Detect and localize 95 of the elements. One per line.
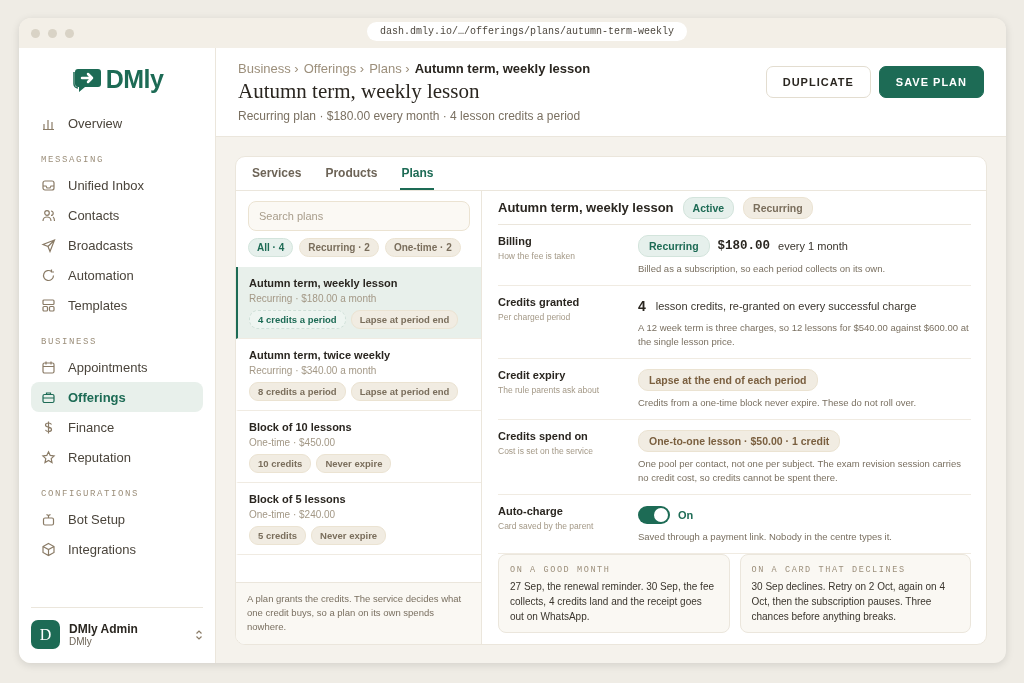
scenario-title: ON A CARD THAT DECLINES (751, 565, 907, 575)
sidebar-item[interactable]: Automation (31, 260, 203, 290)
plan-tag: Never expire (311, 526, 387, 545)
plan-list-item[interactable]: Block of 5 lessons One-time · $240.00 5 credits Never expire (236, 483, 481, 555)
calendar-icon (41, 359, 56, 375)
sidebar-item[interactable]: Bot Setup (31, 504, 203, 534)
bot-icon (41, 511, 56, 527)
filter-chip[interactable]: All · 4 (248, 238, 294, 257)
organization-name: DMly (69, 636, 93, 647)
tab[interactable]: Products (324, 157, 379, 190)
sidebar-item[interactable]: Offerings (31, 382, 203, 412)
row-note: One pool per contact, not one per subject. The exam revision session carries no credit cost, so credits cannot be spent there. (638, 457, 962, 485)
credits-description: lesson credits, re-granted on every successful charge (655, 300, 917, 312)
scenario-title: ON A GOOD MONTH (510, 565, 612, 575)
field-label: Credits spend on (498, 430, 589, 442)
filter-chip[interactable]: Recurring · 2 (299, 238, 379, 257)
plan-tag: 8 credits a period (249, 382, 346, 401)
page-title: Autumn term, weekly lesson (238, 79, 481, 104)
sidebar-item[interactable]: Finance (31, 412, 203, 442)
user-name: DMly Admin (69, 622, 139, 636)
search-field[interactable]: Search plans (248, 201, 470, 231)
footnote: A plan grants the credits. The service decides what one credit buys, so a plan on its own spends nowhere. (236, 582, 481, 644)
plan-name: Block of 10 lessons (249, 421, 353, 433)
rule-badge: One-to-one lesson · $50.00 · 1 credit (638, 430, 841, 452)
row-note: Saved through a payment link. Nobody in the centre types it. (638, 530, 893, 544)
plan-list-item[interactable]: Autumn term, weekly lesson Recurring · $180.00 a month 4 credits a period Lapse at period end (236, 267, 481, 339)
row-note: A 12 week term is three charges, so 12 lessons for $540.00 against $600.00 at the single lesson price. (638, 321, 970, 349)
plan-tag: Never expire (316, 454, 392, 473)
contacts-icon (41, 207, 56, 223)
duplicate-button[interactable]: DUPLICATE (765, 66, 871, 98)
field-label: Billing (498, 235, 533, 247)
sidebar-item[interactable]: Unified Inbox (31, 170, 203, 200)
scenario-text: 27 Sep, the renewal reminder. 30 Sep, the fee collects, 4 credits land and the receipt goes out on WhatsApp. (510, 580, 716, 624)
sidebar-item[interactable]: Contacts (31, 200, 203, 230)
breadcrumb-current: Autumn term, weekly lesson (414, 61, 591, 76)
plan-name: Autumn term, weekly lesson (249, 277, 399, 289)
section-heading: BUSINESS (40, 336, 98, 349)
billing-type-badge: Recurring (638, 235, 710, 257)
row-note: Billed as a subscription, so each period collects on its own. (638, 262, 887, 276)
field-hint: Card saved by the parent (498, 521, 595, 531)
field-hint: How the fee is taken (498, 251, 576, 261)
filter-chip[interactable]: One-time · 2 (384, 238, 461, 257)
rule-badge: Lapse at the end of each period (638, 369, 818, 391)
auto-charge-toggle[interactable] (638, 506, 670, 524)
toggle-state: On (678, 509, 694, 521)
section-heading: CONFIGURATIONS (40, 488, 140, 501)
credit-count: 4 (638, 298, 646, 314)
plan-tag: 5 credits (249, 526, 307, 545)
sidebar-item[interactable]: Broadcasts (31, 230, 203, 260)
star-icon (41, 449, 56, 465)
plan-list-item[interactable]: Autumn term, twice weekly Recurring · $340.00 a month 8 credits a period Lapse at period end (236, 339, 481, 411)
sidebar-item[interactable]: Templates (31, 290, 203, 320)
plan-tag: Lapse at period end (350, 382, 459, 401)
section-heading: MESSAGING (40, 154, 105, 167)
plan-meta: Recurring · $180.00 a month (249, 293, 378, 304)
field-hint: Cost is set on the service (498, 446, 594, 456)
scenario-text: 30 Sep declines. Retry on 2 Oct, again on 4 Oct, then the subscription pauses. Three chances before anything breaks. (751, 580, 946, 624)
sidebar-item[interactable]: Reputation (31, 442, 203, 472)
field-label: Auto-charge (498, 505, 564, 517)
sidebar-item[interactable]: Integrations (31, 534, 203, 564)
chevron-up-down-icon[interactable] (195, 628, 203, 641)
plan-tag: 10 credits (249, 454, 312, 473)
cube-icon (41, 541, 56, 557)
logo-text: DMly (105, 65, 164, 94)
price: $180.00 (717, 239, 771, 253)
briefcase-icon (41, 389, 56, 405)
plan-name: Autumn term, twice weekly (249, 349, 392, 361)
field-hint: The rule parents ask about (498, 385, 601, 395)
detail-title: Autumn term, weekly lesson (498, 200, 674, 215)
field-label: Credits granted (498, 296, 581, 308)
inbox-icon (41, 177, 56, 193)
save-button[interactable]: SAVE PLAN (878, 66, 984, 98)
plan-tag: 4 credits a period (249, 310, 346, 329)
send-icon (41, 237, 56, 253)
billing-period: every 1 month (778, 240, 848, 252)
status-badge: Active (682, 196, 735, 219)
plan-name: Block of 5 lessons (249, 493, 347, 505)
plan-meta: Recurring · $340.00 a month (249, 365, 378, 376)
plan-meta: One-time · $240.00 (249, 509, 337, 520)
type-badge: Recurring (743, 196, 813, 219)
plan-meta: One-time · $450.00 (249, 437, 337, 448)
address-bar[interactable]: dash.dmly.io/…/offerings/plans/autumn-term-weekly (367, 22, 688, 41)
row-note: Credits from a one-time block never expire. These do not roll over. (638, 396, 918, 410)
plan-tag: Lapse at period end (350, 310, 459, 329)
layout-icon (41, 297, 56, 313)
tab[interactable]: Services (251, 157, 303, 190)
avatar: D (31, 620, 60, 649)
sidebar-item[interactable]: Overview (31, 108, 203, 138)
field-hint: Per charged period (498, 312, 572, 322)
sidebar-item[interactable]: Appointments (31, 352, 203, 382)
refresh-icon (41, 267, 56, 283)
field-label: Credit expiry (498, 369, 567, 381)
plan-list-item[interactable]: Block of 10 lessons One-time · $450.00 10 credits Never expire (236, 411, 481, 483)
tab[interactable]: Plans (400, 157, 435, 190)
page-subtitle: Recurring plan · $180.00 every month · 4 lesson credits a period (238, 109, 582, 123)
